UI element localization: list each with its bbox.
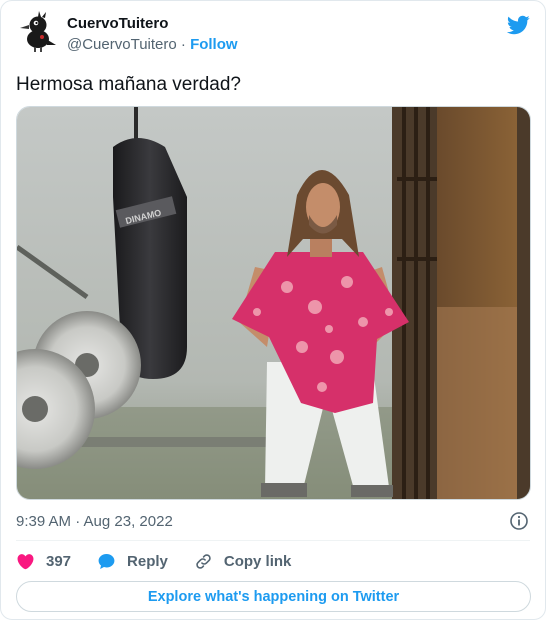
author-handle[interactable]: @CuervoTuitero <box>67 36 177 53</box>
link-icon <box>196 553 211 569</box>
separator-dot: · <box>180 36 186 53</box>
speech-bubble-icon <box>98 553 115 569</box>
avatar[interactable] <box>16 11 58 53</box>
heart-icon <box>17 553 34 569</box>
explore-twitter-button[interactable]: Explore what's happening on Twitter <box>16 581 531 612</box>
reply-label: Reply <box>127 552 168 570</box>
info-icon[interactable] <box>509 511 529 531</box>
copy-link-label: Copy link <box>223 552 292 570</box>
reply-button[interactable]: Reply <box>97 552 168 571</box>
like-button[interactable]: 397 <box>16 552 71 571</box>
tweet-photo[interactable]: DINAMO <box>16 106 531 500</box>
author-name[interactable]: CuervoTuitero <box>67 15 168 32</box>
tweet-card: CuervoTuitero @CuervoTuitero · Follow He… <box>0 0 546 620</box>
copy-link-button[interactable]: Copy link <box>194 552 292 571</box>
like-count: 397 <box>46 552 72 570</box>
tweet-actions: 397 Reply Copy link <box>16 550 317 572</box>
divider <box>16 540 530 541</box>
author-handle-row: @CuervoTuitero · Follow <box>67 36 238 53</box>
follow-button[interactable]: Follow <box>190 36 238 53</box>
twitter-bird-icon[interactable] <box>506 13 530 37</box>
tweet-timestamp[interactable]: 9:39 AM · Aug 23, 2022 <box>16 513 173 530</box>
tweet-text: Hermosa mañana verdad? <box>16 74 241 95</box>
